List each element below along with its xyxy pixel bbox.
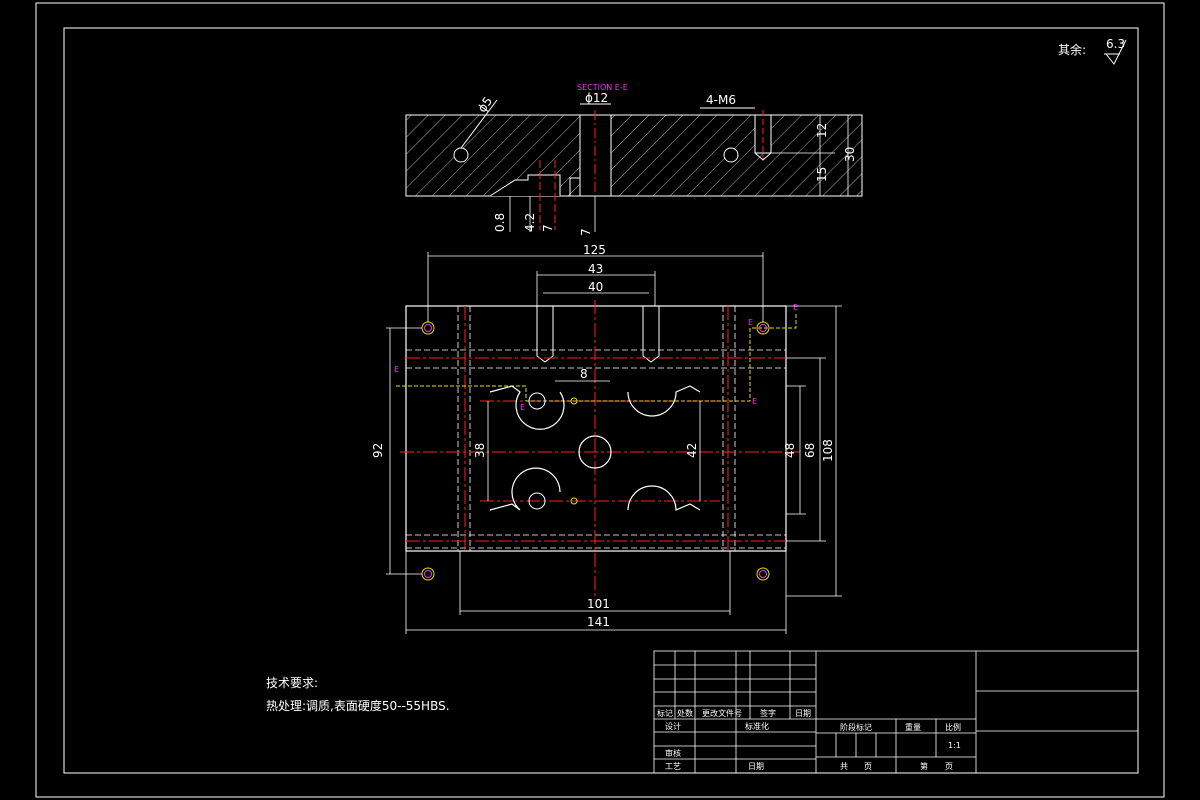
tb-scale-value: 1:1 <box>948 741 961 750</box>
tb-weight: 重量 <box>905 722 921 732</box>
section-mark-e3: E <box>752 397 757 406</box>
dim-92: 92 <box>371 443 385 458</box>
tb-count: 处数 <box>677 708 693 718</box>
dim-phi12: ϕ12 <box>585 91 608 105</box>
section-cut-line <box>396 312 797 402</box>
dim-30: 30 <box>843 147 857 162</box>
dim-12: 12 <box>815 123 829 138</box>
phi5-hole <box>453 147 469 163</box>
tb-process: 工艺 <box>665 762 681 771</box>
tb-total: 共 <box>840 762 848 771</box>
dim-42-top: 4.2 <box>523 213 537 232</box>
tb-page2: 页 <box>945 762 953 771</box>
cad-drawing: 其余: 6.3 SECTION E-E ϕ5 ϕ12 4-M6 12 15 30… <box>35 2 1165 798</box>
notes-title: 技术要求: <box>266 676 318 690</box>
tb-sheet: 第 <box>920 761 928 771</box>
dim-141: 141 <box>587 615 610 629</box>
tb-stage: 阶段标记 <box>840 722 872 732</box>
dim-8: 8 <box>580 367 588 381</box>
tb-doc: 更改文件号 <box>702 708 742 718</box>
tb-page: 页 <box>864 762 872 771</box>
tb-sign: 签字 <box>760 708 776 718</box>
dim-7b: 7 <box>579 228 593 236</box>
dim-125: 125 <box>583 243 606 257</box>
dim-m6: 4-M6 <box>706 93 736 107</box>
tb-design: 设计 <box>665 721 681 731</box>
notes-line1: 热处理:调质,表面硬度50--55HBS. <box>266 698 450 713</box>
dim-108: 108 <box>821 439 835 462</box>
section-mark-e5: E <box>793 303 798 312</box>
section-mark-e4: E <box>748 318 753 327</box>
roughness-label: 其余: <box>1058 42 1086 57</box>
dim-42-plan: 42 <box>685 443 699 458</box>
tb-date: 日期 <box>795 709 811 718</box>
tb-scale: 比例 <box>945 722 961 732</box>
tb-standard: 标准化 <box>745 721 769 731</box>
roughness-value: 6.3 <box>1106 37 1125 51</box>
dim-43: 43 <box>588 262 603 276</box>
dim-08: 0.8 <box>493 213 507 232</box>
dim-68: 68 <box>803 443 817 458</box>
dim-38: 38 <box>473 443 487 458</box>
plate-outline <box>405 305 787 552</box>
hidden-lines <box>406 306 786 551</box>
dim-101: 101 <box>587 597 610 611</box>
dim-phi5: ϕ5 <box>475 94 495 115</box>
section-mark-e1: E <box>394 365 399 374</box>
dim-40: 40 <box>588 280 603 294</box>
tb-review: 审核 <box>665 748 681 758</box>
dim-7a: 7 <box>541 224 555 232</box>
dim-48: 48 <box>783 443 797 458</box>
section-mark-e2: E <box>520 403 525 412</box>
dim-15: 15 <box>815 167 829 182</box>
tb-mark: 标记 <box>657 708 673 718</box>
section-hatched-body <box>405 114 863 197</box>
tb-date2: 日期 <box>748 762 764 771</box>
